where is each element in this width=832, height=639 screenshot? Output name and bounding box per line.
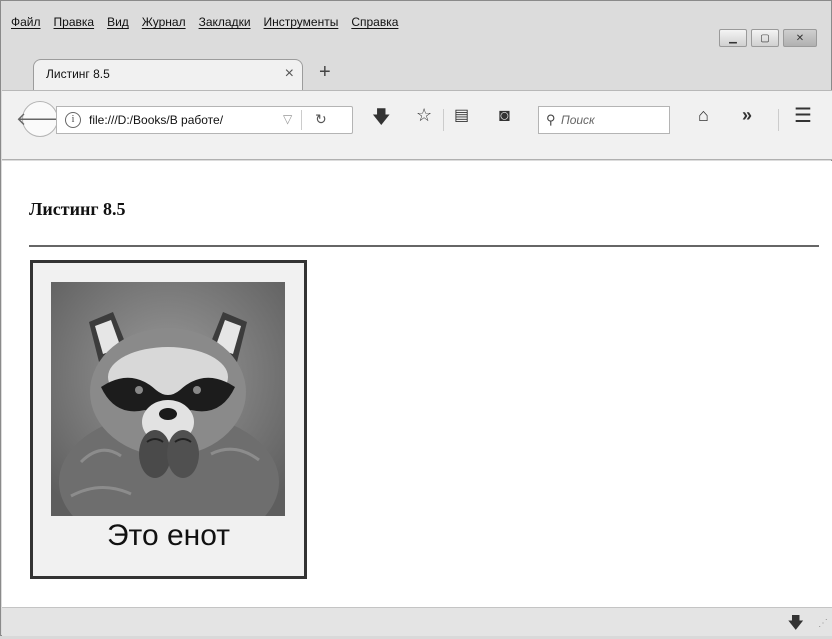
back-button[interactable]: 🡐	[16, 101, 64, 137]
search-placeholder: Поиск	[561, 113, 595, 127]
search-box[interactable]: ⚲ Поиск	[538, 106, 670, 134]
menu-view[interactable]: Вид	[107, 15, 129, 35]
figure-caption: Это енот	[106, 519, 230, 552]
close-window-button[interactable]: ✕	[783, 29, 817, 47]
toolbar-separator	[778, 109, 779, 131]
browser-tab[interactable]: Листинг 8.5 ×	[33, 59, 303, 91]
menu-history[interactable]: Журнал	[142, 15, 186, 35]
minimize-icon: ▁	[729, 32, 737, 44]
menu-bookmarks[interactable]: Закладки	[199, 15, 251, 35]
resize-grip-icon[interactable]: ⋰	[818, 618, 828, 629]
overflow-chevron-icon[interactable]: »	[742, 105, 752, 126]
menu-tools[interactable]: Инструменты	[264, 15, 339, 35]
url-bar[interactable]: i file:///D:/Books/В работе/ ▽ ↻	[56, 106, 353, 134]
menu-edit[interactable]: Правка	[54, 15, 95, 35]
hamburger-menu-icon[interactable]: ☰	[794, 103, 812, 128]
download-arrow-icon[interactable]: 🡇	[372, 105, 391, 135]
url-dropdown-icon[interactable]: ▽	[283, 112, 292, 126]
tab-close-icon[interactable]: ×	[285, 65, 294, 83]
page-heading: Листинг 8.5	[29, 199, 126, 219]
url-text[interactable]: file:///D:/Books/В работе/	[89, 113, 279, 127]
menu-file[interactable]: Файл	[11, 15, 41, 35]
window-controls: ▁ ▢ ✕	[719, 29, 817, 47]
browser-window: Файл Правка Вид Журнал Закладки Инструме…	[0, 0, 832, 636]
reload-icon[interactable]: ↻	[315, 111, 327, 128]
horizontal-rule	[29, 245, 819, 247]
page-content: Листинг 8.5 Это енот	[2, 161, 832, 607]
menu-bar: Файл Правка Вид Журнал Закладки Инструме…	[11, 15, 411, 35]
reading-list-icon[interactable]: ▤	[454, 105, 469, 125]
close-icon: ✕	[795, 32, 805, 44]
maximize-button[interactable]: ▢	[751, 29, 779, 47]
home-icon[interactable]: ⌂	[698, 105, 709, 126]
figure-box: Это енот	[30, 260, 307, 579]
info-icon[interactable]: i	[65, 112, 81, 128]
maximize-icon: ▢	[760, 32, 770, 44]
search-icon: ⚲	[546, 112, 556, 127]
new-tab-button[interactable]: +	[319, 61, 331, 84]
raccoon-photo	[51, 282, 285, 516]
tab-title: Листинг 8.5	[46, 67, 110, 81]
bookmark-star-icon[interactable]: ☆	[416, 105, 432, 126]
navigation-toolbar: 🡐 i file:///D:/Books/В работе/ ▽ ↻ 🡇 ☆ ▤…	[2, 90, 832, 160]
status-bar: 🡇 ⋰	[2, 607, 832, 636]
toolbar-separator	[443, 109, 444, 131]
minimize-button[interactable]: ▁	[719, 29, 747, 47]
url-separator	[301, 110, 302, 130]
menu-help[interactable]: Справка	[351, 15, 398, 35]
pocket-icon[interactable]: ◙	[499, 105, 510, 126]
download-arrow-icon[interactable]: 🡇	[788, 612, 804, 639]
